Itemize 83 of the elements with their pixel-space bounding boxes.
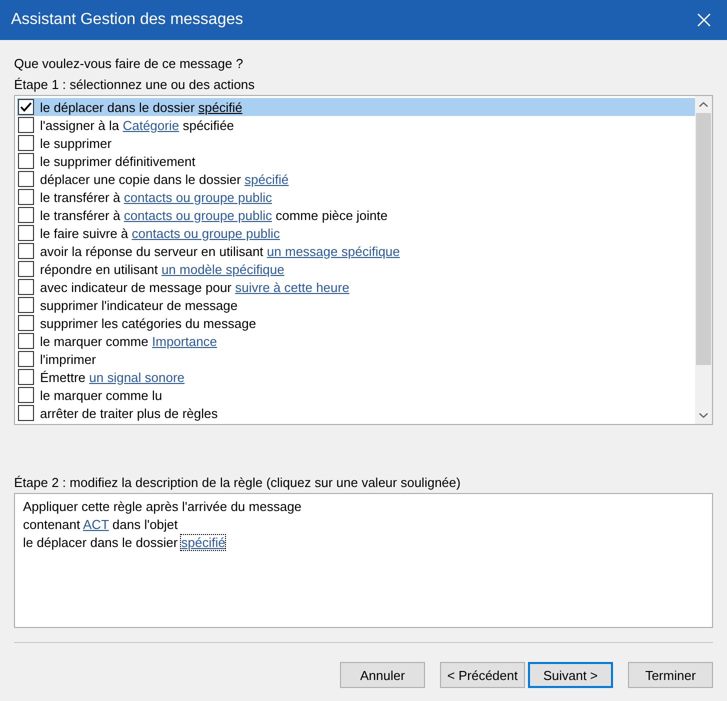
action-label: répondre en utilisant un modèle spécifique bbox=[40, 262, 284, 276]
action-label: avoir la réponse du serveur en utilisant un message spécifique bbox=[40, 244, 400, 258]
action-label: le marquer comme Importance bbox=[40, 334, 218, 348]
checkbox[interactable] bbox=[18, 369, 34, 385]
checkbox[interactable] bbox=[18, 189, 34, 205]
wizard-button[interactable]: Annuler bbox=[340, 662, 425, 688]
checkbox[interactable] bbox=[18, 297, 34, 313]
list-item[interactable]: le marquer comme lu bbox=[17, 386, 695, 404]
value-link[interactable]: spécifié bbox=[181, 535, 226, 550]
step-label: Étape 2 : modifiez la description de la règle (cliquez sur une valeur soulignée) bbox=[14, 474, 462, 492]
list-item[interactable]: le transférer à contacts ou groupe public comme pièce jointe bbox=[17, 206, 695, 224]
value-link[interactable]: spécifié bbox=[198, 100, 242, 114]
value-link[interactable]: un signal sonore bbox=[89, 370, 185, 384]
checkbox[interactable] bbox=[18, 225, 34, 241]
action-label: le transférer à contacts ou groupe public bbox=[40, 190, 272, 204]
list-item[interactable]: le marquer comme Importance bbox=[17, 332, 695, 350]
checkbox[interactable] bbox=[18, 351, 34, 367]
action-label: l'assigner à la Catégorie spécifiée bbox=[40, 118, 234, 132]
list-item[interactable]: supprimer les catégories du message bbox=[17, 314, 695, 332]
chevron-up-icon bbox=[699, 102, 708, 107]
value-link[interactable]: contacts ou groupe public bbox=[132, 226, 280, 240]
value-link[interactable]: contacts ou groupe public bbox=[124, 190, 272, 204]
list-item[interactable]: supprimer l'indicateur de message bbox=[17, 296, 695, 314]
checkbox[interactable] bbox=[18, 315, 34, 331]
step-label: Étape 1 : sélectionnez une ou des actions bbox=[14, 76, 256, 94]
checkbox[interactable] bbox=[18, 153, 34, 169]
list-item[interactable]: déplacer une copie dans le dossier spécifié bbox=[17, 170, 695, 188]
scrollbar-thumb[interactable] bbox=[696, 113, 711, 365]
close-icon bbox=[697, 13, 711, 27]
value-link[interactable]: suivre à cette heure bbox=[235, 280, 350, 294]
list-item[interactable]: le supprimer bbox=[17, 134, 695, 152]
value-link[interactable]: contacts ou groupe public bbox=[124, 208, 272, 222]
checkbox[interactable] bbox=[18, 243, 34, 259]
description-line: le déplacer dans le dossier spécifié bbox=[23, 534, 226, 552]
scrollbar[interactable] bbox=[695, 96, 712, 424]
checkbox[interactable] bbox=[18, 405, 34, 421]
action-label: avec indicateur de message pour suivre à cette heure bbox=[40, 280, 350, 294]
value-link[interactable]: ACT bbox=[83, 517, 109, 532]
list-item[interactable]: le faire suivre à contacts ou groupe public bbox=[17, 224, 695, 242]
checkbox[interactable] bbox=[18, 279, 34, 295]
checkbox[interactable] bbox=[18, 117, 34, 133]
wizard-button[interactable]: Suivant > bbox=[528, 662, 613, 688]
list-item[interactable]: l'assigner à la Catégorie spécifiée bbox=[17, 116, 695, 134]
action-label: le déplacer dans le dossier spécifié bbox=[40, 100, 242, 114]
list-item[interactable]: Émettre un signal sonore bbox=[17, 368, 695, 386]
action-label: le transférer à contacts ou groupe public comme pièce jointe bbox=[40, 208, 388, 222]
action-label: Émettre un signal sonore bbox=[40, 370, 185, 384]
list-item[interactable]: avoir la réponse du serveur en utilisant un message spécifique bbox=[17, 242, 695, 260]
action-label: supprimer les catégories du message bbox=[40, 316, 256, 330]
value-link[interactable]: Catégorie bbox=[122, 118, 180, 132]
value-link[interactable]: un modèle spécifique bbox=[161, 262, 284, 276]
action-label: le marquer comme lu bbox=[40, 388, 162, 402]
checkbox[interactable] bbox=[18, 333, 34, 349]
description-line: Appliquer cette règle après l'arrivée du message bbox=[23, 498, 303, 516]
wizard-button[interactable]: < Précédent bbox=[440, 662, 525, 688]
wizard-button[interactable]: Terminer bbox=[628, 662, 713, 688]
action-label: le faire suivre à contacts ou groupe public bbox=[40, 226, 280, 240]
action-label: déplacer une copie dans le dossier spécifié bbox=[40, 172, 289, 186]
value-link[interactable]: Importance bbox=[152, 334, 218, 348]
list-item[interactable]: le transférer à contacts ou groupe public bbox=[17, 188, 695, 206]
checkbox[interactable] bbox=[18, 387, 34, 403]
list-item[interactable]: arrêter de traiter plus de règles bbox=[17, 404, 695, 422]
checkbox[interactable] bbox=[18, 99, 34, 115]
question-label: Que voulez-vous faire de ce message ? bbox=[14, 55, 244, 73]
list-item[interactable]: avec indicateur de message pour suivre à cette heure bbox=[17, 278, 695, 296]
action-label: arrêter de traiter plus de règles bbox=[40, 406, 218, 420]
action-label: l'imprimer bbox=[40, 352, 96, 366]
action-label: le supprimer définitivement bbox=[40, 154, 196, 168]
value-link[interactable]: spécifié bbox=[244, 172, 289, 186]
list-item[interactable]: le déplacer dans le dossier spécifié bbox=[17, 98, 695, 116]
list-item[interactable]: répondre en utilisant un modèle spécifique bbox=[17, 260, 695, 278]
checkbox[interactable] bbox=[18, 261, 34, 277]
checkbox[interactable] bbox=[18, 207, 34, 223]
window-title: Assistant Gestion des messages bbox=[11, 11, 244, 29]
list-item[interactable]: le supprimer définitivement bbox=[17, 152, 695, 170]
chevron-down-icon bbox=[699, 413, 708, 418]
value-link[interactable]: un message spécifique bbox=[266, 244, 400, 258]
checkbox[interactable] bbox=[18, 171, 34, 187]
description-line: contenant ACT dans l'objet bbox=[23, 516, 179, 534]
action-label: supprimer l'indicateur de message bbox=[40, 298, 238, 312]
checkbox[interactable] bbox=[18, 135, 34, 151]
action-label: le supprimer bbox=[40, 136, 112, 150]
list-item[interactable]: l'imprimer bbox=[17, 350, 695, 368]
